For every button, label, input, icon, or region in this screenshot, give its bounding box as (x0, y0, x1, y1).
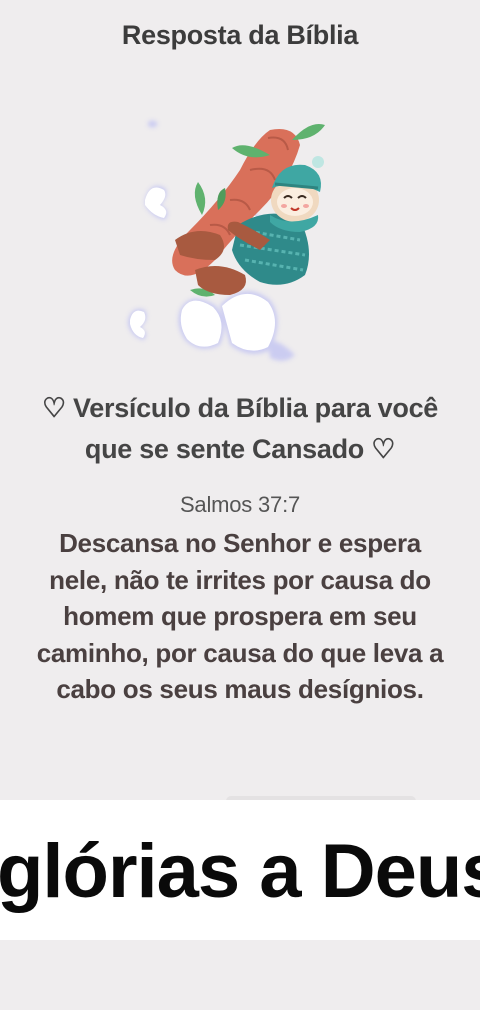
verse-reference: Salmos 37:7 (179, 492, 301, 517)
sloth-hugging-tree-icon (128, 120, 325, 361)
page-title: Resposta da Bíblia (121, 20, 359, 50)
caption-overlay: glórias a Deus (0, 800, 480, 940)
verse-heading: ♡ Versículo da Bíblia para você que se s… (41, 393, 439, 464)
verse-text: Descansa no Senhor e espera nele, não te… (36, 528, 444, 704)
overlay-caption: glórias a Deus (0, 829, 480, 914)
sloth-illustration (120, 110, 340, 375)
